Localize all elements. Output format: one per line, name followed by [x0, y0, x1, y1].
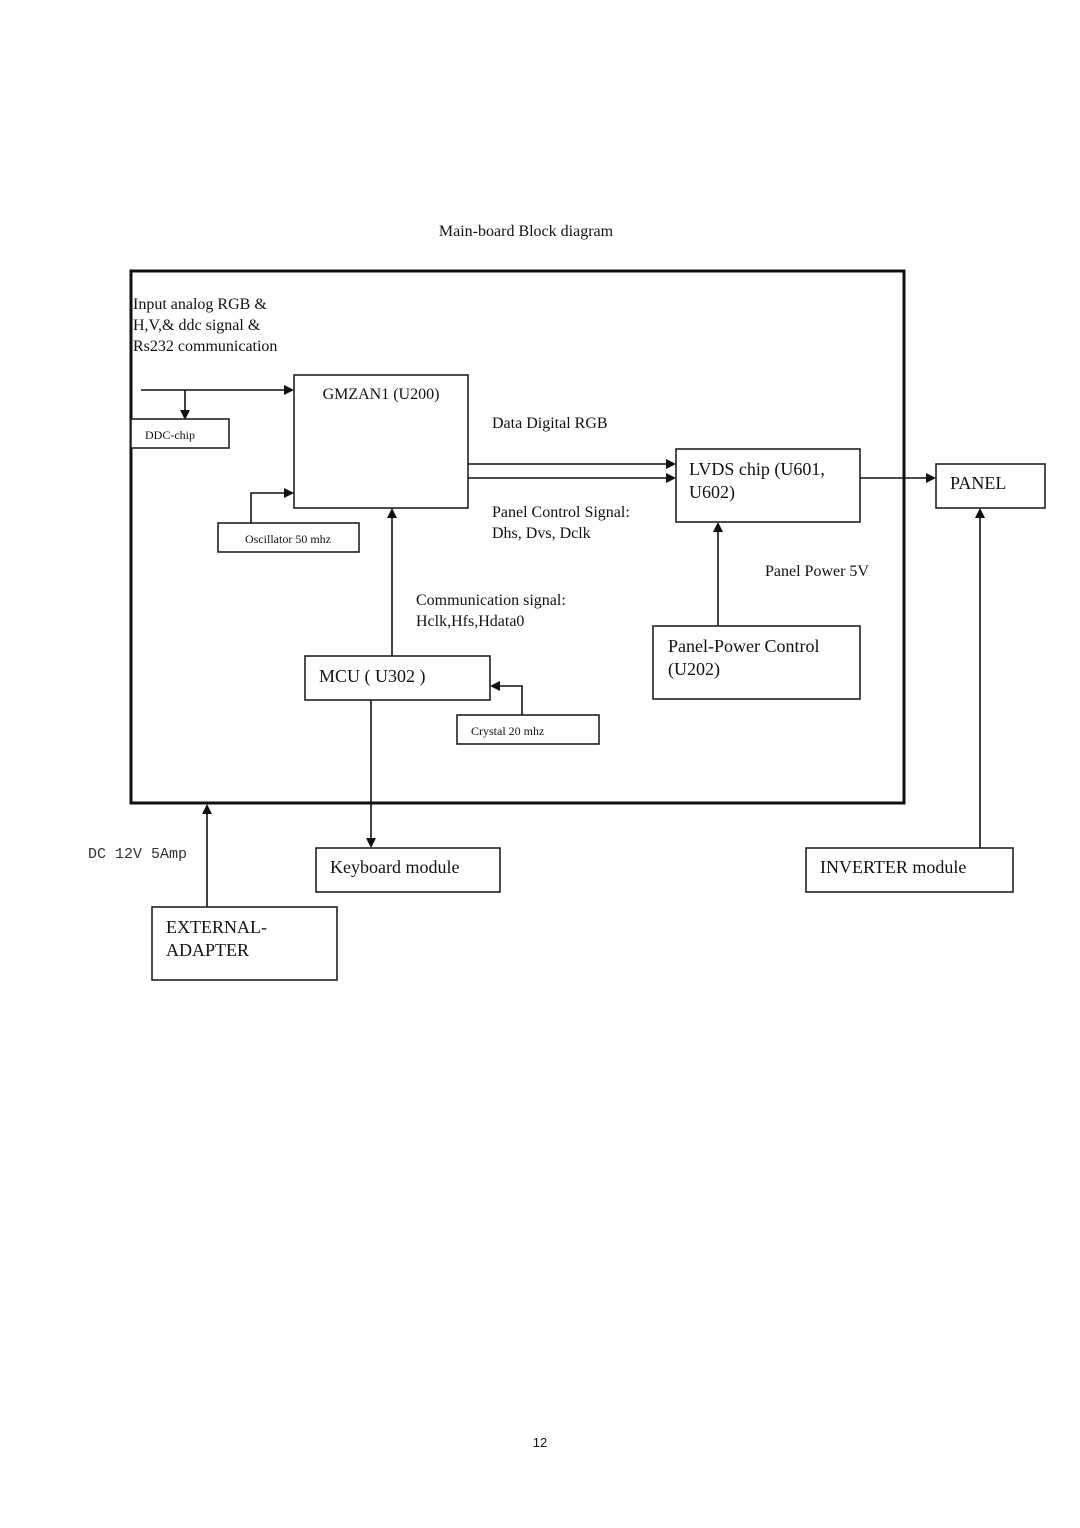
block-diagram: Main-board Block diagram Input analog RG…: [88, 223, 1046, 1450]
oscillator-block: Oscillator 50 mhz: [217, 522, 360, 553]
external-adapter-label-line-2: ADAPTER: [166, 940, 249, 960]
inverter-to-panel-arrow: [975, 508, 985, 848]
gmzan1-block: GMZAN1 (U200): [293, 374, 469, 509]
lvds-to-panel-arrow: [860, 473, 936, 483]
panel-block: PANEL: [935, 463, 1046, 509]
communication-label-line-2: Hclk,Hfs,Hdata0: [416, 613, 524, 630]
input-label-line-2: H,V,& ddc signal &: [133, 317, 261, 334]
ddc-chip-label: DDC-chip: [145, 428, 195, 442]
input-to-ddc-arrow: [180, 390, 190, 420]
lvds-chip-block: LVDS chip (U601, U602): [675, 448, 861, 523]
external-adapter-block: EXTERNAL- ADAPTER: [151, 906, 338, 981]
diagram-title: Main-board Block diagram: [439, 223, 614, 240]
mcu-label: MCU ( U302 ): [319, 666, 426, 687]
input-label-line-1: Input analog RGB &: [133, 296, 267, 313]
page-number: 12: [533, 1435, 547, 1450]
panel-control-label-line-1: Panel Control Signal:: [492, 504, 630, 521]
ddc-chip-block: DDC-chip: [130, 418, 230, 449]
keyboard-module-label: Keyboard module: [330, 857, 459, 877]
crystal-to-mcu-arrow: [490, 681, 523, 715]
panel-power-control-label-line-1: Panel-Power Control: [668, 636, 819, 656]
lvds-label-line-1: LVDS chip (U601,: [689, 459, 825, 480]
crystal-label: Crystal 20 mhz: [471, 724, 544, 738]
mcu-to-keyboard-arrow: [366, 700, 376, 848]
input-label-line-3: Rs232 communication: [133, 338, 277, 355]
lvds-label-line-2: U602): [689, 482, 735, 503]
crystal-block: Crystal 20 mhz: [456, 714, 600, 745]
panel-power-label: Panel Power 5V: [765, 563, 869, 580]
gmzan1-label: GMZAN1 (U200): [323, 386, 440, 403]
mcu-to-gmzan-arrow: [387, 508, 397, 656]
panel-control-label-line-2: Dhs, Dvs, Dclk: [492, 525, 591, 542]
rgb-data-arrow: [468, 459, 676, 469]
panel-control-arrow: [468, 473, 676, 483]
communication-label-line-1: Communication signal:: [416, 592, 566, 609]
data-digital-rgb-label: Data Digital RGB: [492, 415, 608, 432]
panel-power-control-block: Panel-Power Control (U202): [652, 625, 861, 700]
panel-power-control-label-line-2: (U202): [668, 659, 720, 680]
panel-power-arrow: [713, 522, 723, 626]
adapter-to-board-arrow: [202, 804, 212, 907]
input-to-gmzan-arrow: [141, 385, 294, 395]
oscillator-to-gmzan-arrow: [250, 488, 294, 523]
oscillator-label: Oscillator 50 mhz: [245, 532, 331, 546]
keyboard-module-block: Keyboard module: [315, 847, 501, 893]
mcu-block: MCU ( U302 ): [304, 655, 491, 701]
external-adapter-label-line-1: EXTERNAL-: [166, 917, 267, 937]
inverter-module-block: INVERTER module: [805, 847, 1014, 893]
panel-label: PANEL: [950, 473, 1006, 493]
dc-power-label: DC 12V 5Amp: [88, 846, 187, 863]
inverter-module-label: INVERTER module: [820, 857, 966, 877]
